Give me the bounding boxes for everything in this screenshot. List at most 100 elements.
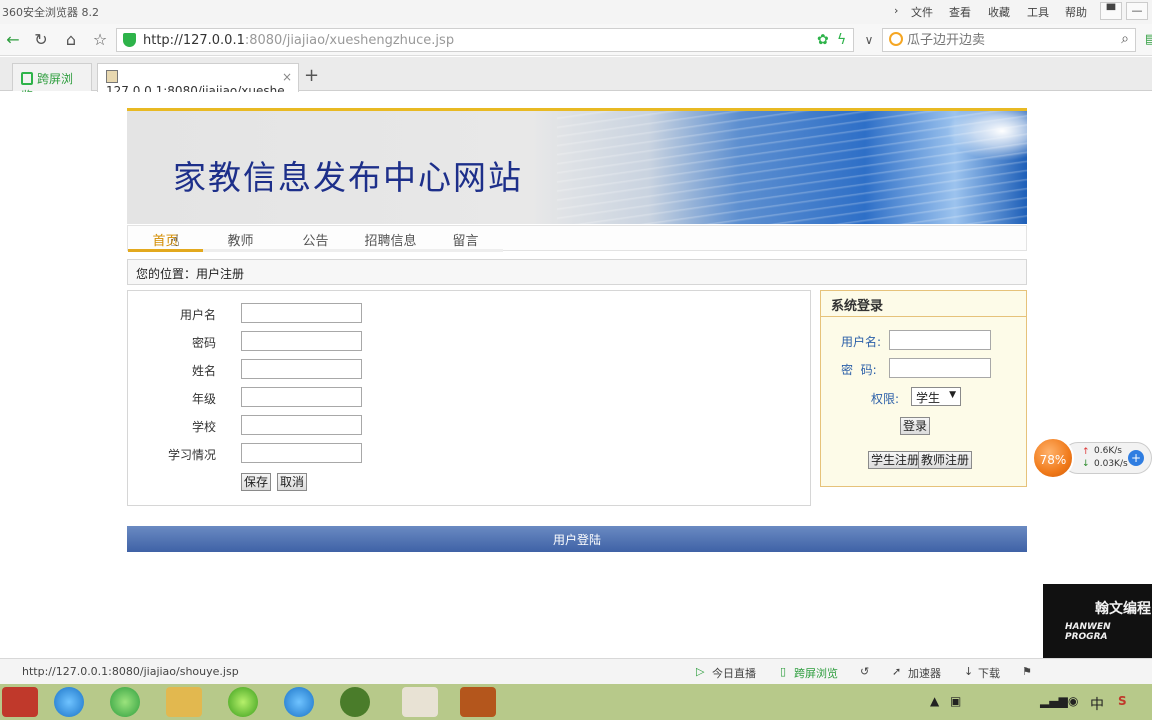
new-tab-plus-icon[interactable]: +	[304, 65, 319, 86]
nav-active-underline	[128, 249, 203, 252]
form-row-username: 用户名	[128, 303, 812, 323]
live-play-icon: ▷	[696, 665, 705, 678]
file-explorer-icon[interactable]	[166, 687, 202, 717]
watermark-en: HANWEN PROGRA	[1065, 622, 1111, 642]
book-app-icon[interactable]	[460, 687, 496, 717]
upload-arrow-icon: ↑	[1082, 447, 1090, 457]
menu-view[interactable]: 查看	[949, 4, 971, 20]
qq-icon[interactable]: ◉	[1068, 694, 1078, 708]
star-icon[interactable]: ☆	[89, 30, 111, 50]
nav-notices[interactable]: 公告	[278, 230, 353, 249]
search-icon[interactable]: ⌕	[1121, 31, 1129, 47]
ime-indicator[interactable]: 中	[1090, 694, 1104, 714]
tab-current-page[interactable]: 127.0.0.1:8080/jiajiao/xueshe ×	[97, 63, 299, 98]
paw-app-icon[interactable]	[340, 687, 370, 717]
status-url: http://127.0.0.1:8080/jiajiao/shouye.jsp	[22, 665, 239, 678]
home-icon[interactable]: ⌂	[60, 30, 82, 50]
menu-file[interactable]: 文件	[911, 4, 933, 20]
save-button[interactable]: 保存	[241, 473, 272, 491]
study-status-input[interactable]	[241, 443, 362, 463]
tab-cross-screen[interactable]: 跨屏浏览	[12, 63, 92, 103]
form-row-grade: 年级	[128, 387, 812, 407]
chevron-down-icon[interactable]: ∨	[858, 30, 880, 50]
360-browser-icon[interactable]	[110, 687, 140, 717]
ie-browser-icon[interactable]	[54, 687, 84, 717]
role-select-value: 学生	[916, 391, 941, 405]
flag-icon[interactable]: ⚑	[1022, 665, 1032, 678]
browser-statusbar: http://127.0.0.1:8080/jiajiao/shouye.jsp…	[0, 658, 1152, 684]
url-path: :8080/jiajiao/xueshengzhuce.jsp	[244, 33, 455, 48]
nav-home[interactable]: 首页	[128, 230, 203, 249]
status-live[interactable]: 今日直播	[712, 665, 756, 681]
search-box[interactable]: ⌕	[882, 28, 1136, 52]
username-input[interactable]	[241, 303, 362, 323]
nav-recruitment[interactable]: 招聘信息	[353, 230, 428, 249]
memory-ball[interactable]: 78%	[1032, 437, 1074, 479]
study-status-label: 学习情况	[167, 448, 216, 462]
sogou-icon[interactable]: S	[1118, 694, 1127, 708]
menu-help[interactable]: 帮助	[1065, 4, 1087, 20]
java-icon[interactable]	[402, 687, 438, 717]
school-input[interactable]	[241, 415, 362, 435]
search-input[interactable]	[907, 31, 1107, 49]
url-host: http://127.0.0.1	[143, 33, 245, 48]
login-password-label: 密 码:	[841, 363, 877, 377]
back-arrow-icon[interactable]: ←	[2, 30, 24, 50]
signal-icon[interactable]: ▂▄▆	[1040, 694, 1068, 708]
page-favicon-icon	[106, 70, 118, 83]
nav-teachers[interactable]: 教师	[203, 230, 278, 249]
role-select[interactable]: 学生 ▼	[911, 387, 961, 406]
cancel-button[interactable]: 取消	[277, 473, 308, 491]
app-title: 360安全浏览器 8.2	[2, 6, 99, 19]
browser-titlebar: 360安全浏览器 8.2 › 文件 查看 收藏 工具 帮助 ▀ —	[0, 0, 1152, 24]
tab-strip: 跨屏浏览 127.0.0.1:8080/jiajiao/xueshe × +	[0, 57, 1152, 103]
ie-browser-icon-2[interactable]	[284, 687, 314, 717]
history-icon[interactable]: ↺	[860, 665, 869, 678]
close-tab-icon[interactable]: ×	[282, 70, 292, 84]
accelerate-plus-icon[interactable]: +	[1128, 450, 1144, 466]
chevron-right-icon[interactable]: ›	[894, 4, 898, 17]
site-title: 家教信息发布中心网站	[173, 158, 523, 197]
form-row-study-status: 学习情况	[128, 443, 812, 463]
nav-messages[interactable]: 留言	[428, 230, 503, 249]
login-panel: 系统登录 用户名: 密 码: 权限: 学生 ▼ 登录 学生注册 教师注册	[820, 290, 1027, 487]
phone-icon	[21, 72, 33, 85]
login-username-input[interactable]	[889, 330, 991, 350]
site-banner: 家教信息发布中心网站	[127, 108, 1027, 224]
name-input[interactable]	[241, 359, 362, 379]
tray-expand-icon[interactable]: ▲	[930, 694, 939, 708]
teacher-register-button[interactable]: 教师注册	[918, 451, 973, 469]
status-cross-screen[interactable]: 跨屏浏览	[794, 665, 838, 681]
tray-network-icon[interactable]: ▣	[950, 694, 961, 708]
taskbar: ▲ ▣ ▂▄▆ ◉ 中 S	[0, 684, 1152, 720]
sidebar-toggle-icon[interactable]: ▤	[1140, 30, 1152, 50]
address-url: http://127.0.0.1:8080/jiajiao/xueshengzh…	[143, 33, 454, 48]
web-page: 家教信息发布中心网站 首页 教师 公告 招聘信息 留言 ☝ 您的位置：用户注册 …	[0, 92, 1152, 658]
student-register-button[interactable]: 学生注册	[868, 451, 923, 469]
form-row-name: 姓名	[128, 359, 812, 379]
minimize-button[interactable]: —	[1126, 2, 1148, 20]
network-speed-widget[interactable]: 78% ↑ 0.6K/s ↓ 0.03K/s +	[1032, 437, 1152, 479]
hand-cursor-icon: ☝	[170, 231, 180, 250]
grade-input[interactable]	[241, 387, 362, 407]
address-bar[interactable]: http://127.0.0.1:8080/jiajiao/xueshengzh…	[116, 28, 854, 52]
password-label: 密码	[191, 336, 216, 350]
compat-mode-icon[interactable]: ✿	[817, 32, 829, 48]
status-accelerator[interactable]: 加速器	[908, 665, 941, 681]
login-password-input[interactable]	[889, 358, 991, 378]
app-red-icon[interactable]	[2, 687, 38, 717]
login-button[interactable]: 登录	[900, 417, 931, 435]
lightning-icon[interactable]: ϟ	[837, 32, 846, 48]
password-input[interactable]	[241, 331, 362, 351]
school-label: 学校	[191, 420, 216, 434]
menu-favorites[interactable]: 收藏	[988, 4, 1010, 20]
menu-tools[interactable]: 工具	[1027, 4, 1049, 20]
download-arrow-icon: ↓	[1082, 459, 1090, 469]
download-speed: 0.03K/s	[1094, 459, 1128, 469]
footer-bar: 用户登陆	[127, 526, 1027, 552]
main-nav: 首页 教师 公告 招聘信息 留言	[127, 225, 1027, 252]
green-app-icon[interactable]	[228, 687, 258, 717]
status-download[interactable]: 下载	[978, 665, 1000, 681]
shirt-skin-icon[interactable]: ▀	[1100, 2, 1122, 20]
refresh-icon[interactable]: ↻	[30, 30, 52, 50]
